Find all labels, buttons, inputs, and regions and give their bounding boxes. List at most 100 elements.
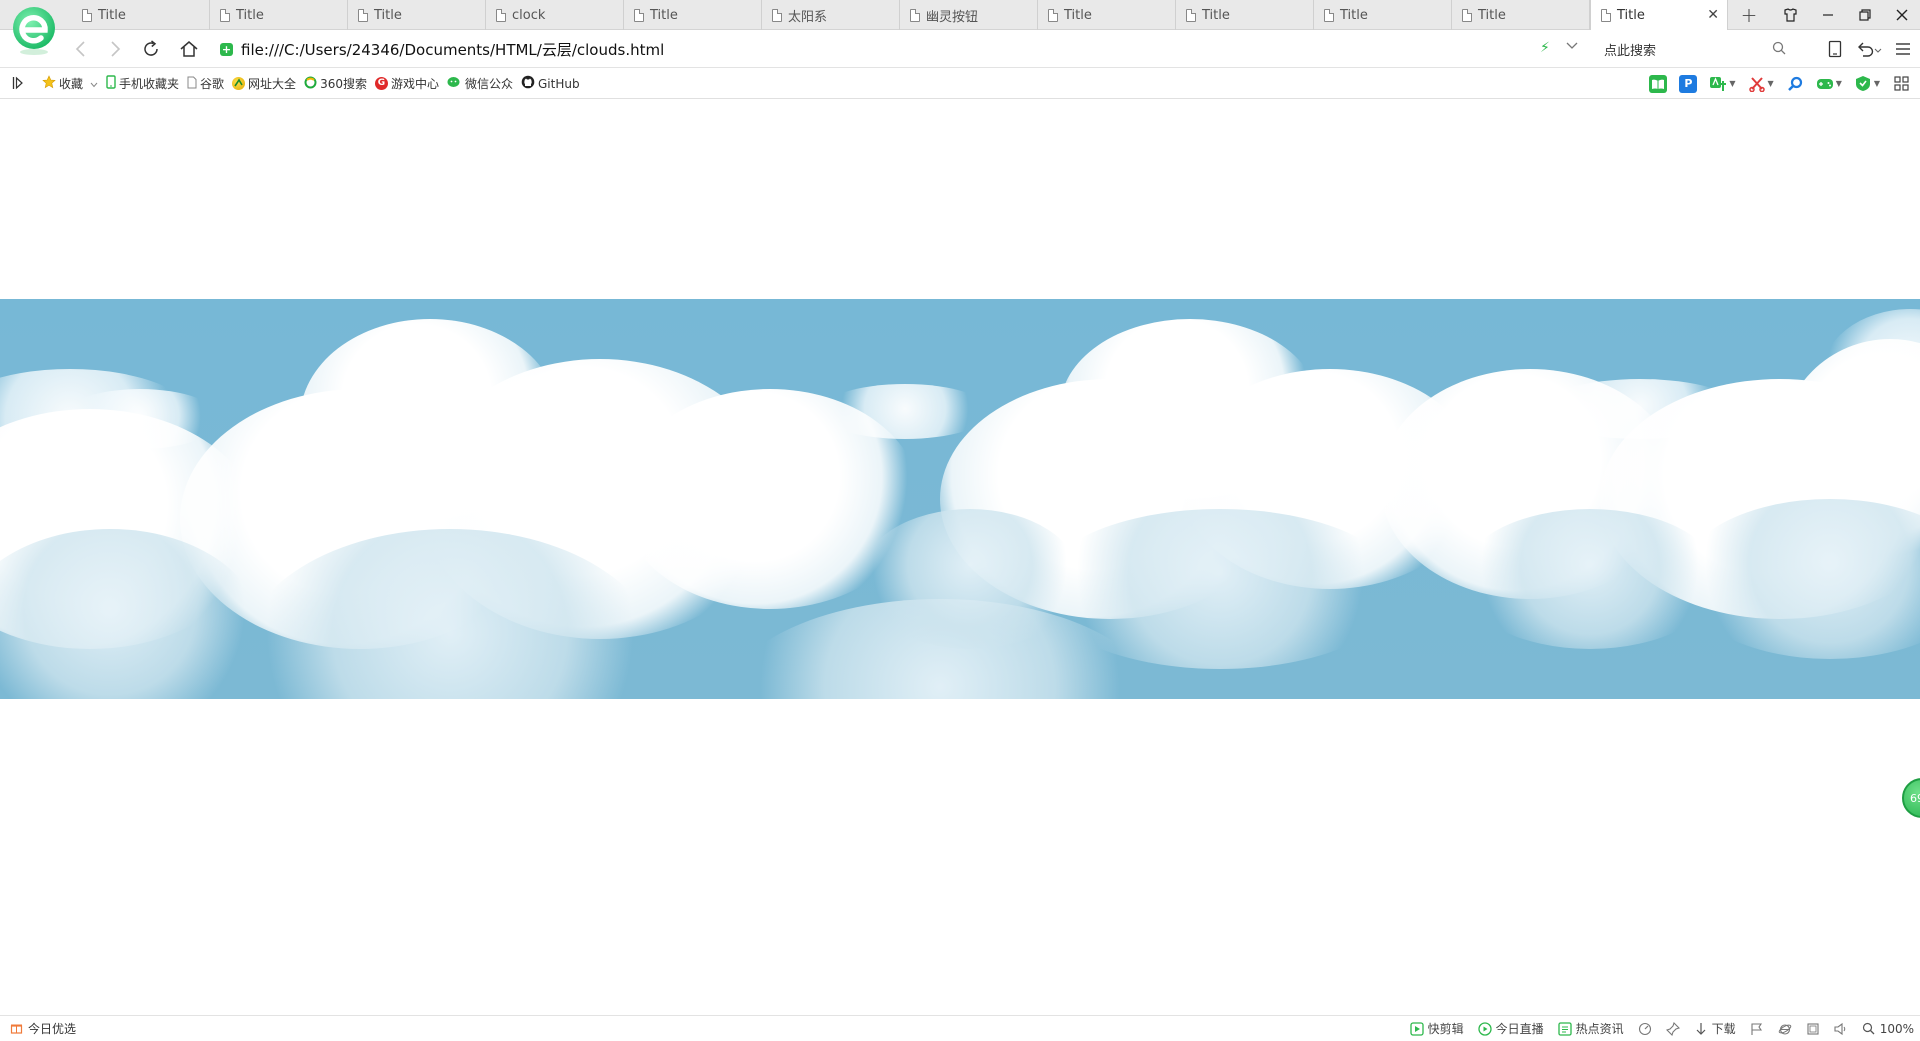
scissors-extension-icon[interactable]	[1748, 75, 1766, 93]
bookmark-label: GitHub	[538, 76, 580, 91]
tab[interactable]: Title	[1452, 0, 1590, 30]
pin-button[interactable]	[1665, 1021, 1680, 1036]
chevron-down-icon[interactable]: ▼	[1836, 79, 1842, 88]
tab-title: Title	[1064, 7, 1092, 23]
tab-title: Title	[1202, 7, 1230, 23]
shield-extension-icon[interactable]	[1854, 75, 1872, 93]
tab[interactable]: Title	[348, 0, 486, 30]
bookmark-mobile[interactable]: 手机收藏夹	[106, 75, 179, 92]
globe-icon	[232, 77, 246, 90]
page-icon	[220, 8, 230, 22]
360-icon	[304, 76, 317, 92]
page-icon	[1462, 8, 1472, 22]
tab-strip: Title Title Title clock Title 太阳系 幽灵按钮 T…	[72, 0, 1728, 30]
gamepad-extension-icon[interactable]	[1816, 75, 1834, 93]
search-icon[interactable]	[1772, 41, 1786, 59]
undo-close-icon[interactable]	[1852, 30, 1886, 68]
speed-button[interactable]	[1638, 1022, 1652, 1036]
page-icon	[910, 8, 920, 22]
zoom-icon	[1862, 1022, 1876, 1036]
restore-icon[interactable]	[1846, 0, 1883, 30]
tab-active[interactable]: Title ✕	[1590, 0, 1728, 30]
bookmark-google[interactable]: 谷歌	[187, 75, 224, 92]
window-controls	[1772, 0, 1920, 30]
tab[interactable]: 幽灵按钮	[900, 0, 1038, 30]
pin-icon	[1665, 1021, 1680, 1036]
bookmark-favorites[interactable]: 收藏	[42, 75, 98, 92]
ie-mode-button[interactable]	[1778, 1022, 1792, 1036]
menu-icon[interactable]	[1886, 30, 1920, 68]
video-edit-button[interactable]: 快剪辑	[1409, 1020, 1464, 1037]
url-field[interactable]: + file:///C:/Users/24346/Documents/HTML/…	[220, 34, 1575, 64]
new-tab-button[interactable]: +	[1734, 0, 1764, 30]
bookmark-label: 谷歌	[200, 77, 225, 91]
tab[interactable]: clock	[486, 0, 624, 30]
tab[interactable]: Title	[624, 0, 762, 30]
bookmark-wechat[interactable]: 微信公众	[447, 75, 513, 92]
sidebar-toggle-icon[interactable]	[12, 76, 24, 93]
download-button[interactable]: 下载	[1694, 1020, 1736, 1037]
game-center-icon: G	[374, 77, 388, 90]
live-button[interactable]: 今日直播	[1477, 1020, 1544, 1037]
bookmark-360-search[interactable]: 360搜索	[304, 75, 367, 92]
url-dropdown-icon[interactable]	[1566, 40, 1578, 53]
tab-title: Title	[1478, 7, 1506, 23]
flag-button[interactable]	[1750, 1022, 1764, 1036]
tab[interactable]: Title	[1176, 0, 1314, 30]
github-icon	[521, 75, 535, 92]
tab[interactable]: Title	[1314, 0, 1452, 30]
window-button[interactable]	[1806, 1022, 1820, 1036]
bookmark-site-directory[interactable]: 网址大全	[232, 75, 296, 92]
url-text[interactable]: file:///C:/Users/24346/Documents/HTML/云层…	[241, 39, 664, 60]
translate-extension-icon[interactable]	[1709, 75, 1727, 93]
bookmark-label: 360搜索	[320, 77, 367, 91]
zoom-button[interactable]: 100%	[1862, 1022, 1914, 1036]
speed-mode-icon[interactable]: ⚡	[1540, 40, 1550, 56]
tab[interactable]: Title	[210, 0, 348, 30]
daily-picks-label: 今日优选	[28, 1022, 77, 1036]
tab-title: clock	[512, 7, 546, 23]
tab-title: Title	[374, 7, 402, 23]
chevron-down-icon[interactable]: ▼	[1729, 79, 1735, 88]
news-icon	[1558, 1021, 1572, 1036]
star-icon	[42, 75, 56, 92]
chevron-down-icon[interactable]: ▼	[1768, 79, 1774, 88]
sound-button[interactable]	[1834, 1022, 1848, 1036]
book-extension-icon[interactable]	[1649, 74, 1668, 93]
browser-logo-icon[interactable]	[10, 6, 58, 58]
news-button[interactable]: 热点资讯	[1558, 1020, 1624, 1037]
download-icon	[1694, 1022, 1708, 1036]
daily-picks[interactable]: 今日优选	[10, 1016, 76, 1041]
home-button[interactable]	[174, 34, 204, 64]
sound-icon	[1834, 1022, 1848, 1036]
tab[interactable]: 太阳系	[762, 0, 900, 30]
close-tab-icon[interactable]: ✕	[1707, 7, 1719, 23]
forward-button[interactable]	[100, 34, 130, 64]
page-icon	[1186, 8, 1196, 22]
page-icon	[496, 8, 506, 22]
page-icon	[1601, 8, 1611, 22]
parking-extension-icon[interactable]: P	[1679, 74, 1698, 93]
tab-title: 太阳系	[788, 9, 828, 25]
live-icon	[1477, 1021, 1492, 1036]
search-placeholder: 点此搜索	[1604, 43, 1657, 59]
reading-icon[interactable]	[1818, 30, 1852, 68]
bookmark-github[interactable]: GitHub	[521, 75, 580, 92]
minimize-icon[interactable]	[1809, 0, 1846, 30]
cloud-shape	[1040, 509, 1400, 669]
apps-grid-icon[interactable]	[1892, 75, 1910, 93]
search-input[interactable]: 点此搜索	[1590, 34, 1790, 64]
tab[interactable]: Title	[1038, 0, 1176, 30]
bookmark-game-center[interactable]: G 游戏中心	[374, 75, 439, 92]
back-button[interactable]	[66, 34, 96, 64]
window-icon	[1806, 1022, 1820, 1036]
refresh-button[interactable]	[136, 34, 166, 64]
chevron-down-icon[interactable]: ▼	[1874, 79, 1880, 88]
status-tools: 快剪辑 今日直播 热点资讯 下载 100%	[1409, 1016, 1914, 1041]
search-extension-icon[interactable]	[1786, 75, 1804, 93]
tab[interactable]: Title	[72, 0, 210, 30]
skin-icon[interactable]	[1772, 0, 1809, 30]
close-window-icon[interactable]	[1883, 0, 1920, 30]
bookmarks-bar: 收藏 手机收藏夹 谷歌 网址大全 360搜索 G 游戏中心 微信公众 GitHu…	[0, 68, 1920, 99]
tab-title: Title	[98, 7, 126, 23]
